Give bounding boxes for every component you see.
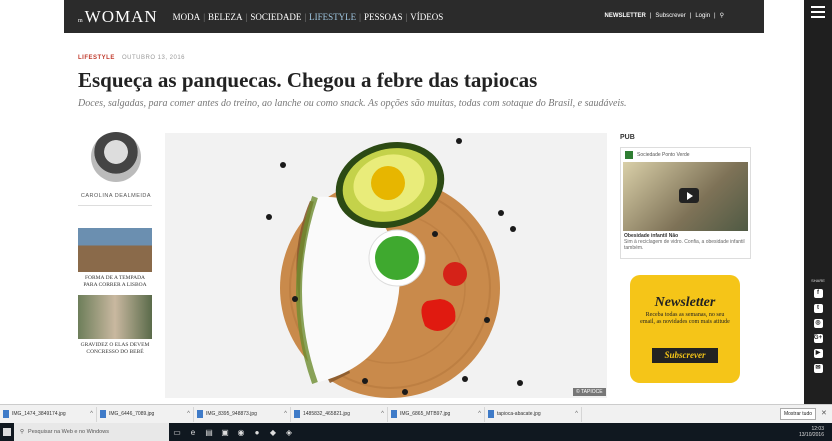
newsletter-box: Newsletter Receba todas as semanas, no s… bbox=[630, 275, 740, 383]
download-filename: IMG_8395_948873.jpg bbox=[206, 411, 257, 417]
ad-brand-logo bbox=[625, 151, 633, 159]
youtube-icon[interactable]: ▶ bbox=[813, 349, 823, 358]
download-item[interactable]: IMG_8395_948873.jpg ^ bbox=[194, 406, 291, 422]
related-title-1[interactable]: FORMA DE A TEMPADA PARA CORRER A LISBOA bbox=[78, 275, 152, 289]
logo-text: WOMAN bbox=[84, 6, 158, 26]
newsletter-title: Newsletter bbox=[654, 295, 716, 310]
app-icon[interactable]: ◆ bbox=[265, 423, 281, 441]
google-plus-icon[interactable]: G+ bbox=[813, 334, 823, 343]
nav-item-beleza[interactable]: BELEZA bbox=[205, 12, 246, 22]
download-item[interactable]: IMG_1474_3849174.jpg ^ bbox=[0, 406, 97, 422]
article-category[interactable]: LIFESTYLE bbox=[78, 55, 115, 61]
related-title-2[interactable]: GRAVIDEZ O ELAS DEVEM CONCRESSO DO BEBÉ bbox=[78, 342, 152, 356]
download-filename: IMG_6865_MTB97.jpg bbox=[400, 411, 451, 417]
nav-item-lifestyle[interactable]: LIFESTYLE bbox=[306, 12, 359, 22]
nav-item-moda[interactable]: MODA bbox=[170, 12, 204, 22]
store-icon[interactable]: ▣ bbox=[217, 423, 233, 441]
logo-prefix: m bbox=[78, 17, 84, 24]
article-title: Esqueça as panquecas. Chegou a febre das… bbox=[78, 68, 538, 92]
download-bar: IMG_1474_3849174.jpg ^ IMG_6446_7089.jpg ^… bbox=[0, 404, 832, 423]
download-item[interactable]: tapioca-abacate.jpg ^ bbox=[485, 406, 582, 422]
related-thumbnail-2[interactable] bbox=[78, 295, 152, 339]
ad-box[interactable]: Sociedade Ponto Verde Obesidade infantil… bbox=[620, 147, 751, 259]
divider bbox=[78, 205, 152, 206]
page: m WOMAN MODA | BELEZA | SOCIEDADE | LIFESTYL… bbox=[0, 0, 832, 441]
newsletter-link[interactable]: NEWSLETTER bbox=[605, 13, 646, 19]
image-file-icon bbox=[100, 410, 106, 418]
chevron-up-icon[interactable]: ^ bbox=[575, 411, 578, 417]
email-icon[interactable]: ✉ bbox=[813, 364, 823, 373]
twitter-icon[interactable]: t bbox=[813, 304, 823, 313]
edge-browser-icon[interactable]: e bbox=[185, 423, 201, 441]
ad-video[interactable] bbox=[623, 162, 748, 231]
facebook-icon[interactable]: f bbox=[813, 289, 823, 298]
share-bar: SHARE f t ◎ G+ ▶ ✉ bbox=[804, 278, 832, 373]
chevron-up-icon[interactable]: ^ bbox=[284, 411, 287, 417]
article-date: OUTUBRO 13, 2016 bbox=[122, 55, 186, 61]
related-thumbnail-1[interactable] bbox=[78, 228, 152, 272]
ad-title[interactable]: Obesidade infantil Não bbox=[621, 231, 750, 239]
newsletter-subscribe-button[interactable]: Subscrever bbox=[652, 348, 718, 363]
separator: | bbox=[689, 12, 692, 19]
task-view-icon[interactable]: ▭ bbox=[169, 423, 185, 441]
pub-label: PUB bbox=[620, 134, 635, 141]
download-item[interactable]: 1485832_465821.jpg ^ bbox=[291, 406, 388, 422]
windows-start-icon[interactable] bbox=[0, 423, 14, 441]
image-file-icon bbox=[391, 410, 397, 418]
download-filename: IMG_1474_3849174.jpg bbox=[12, 411, 66, 417]
image-file-icon bbox=[294, 410, 300, 418]
login-link[interactable]: Login bbox=[695, 13, 710, 19]
ad-brand: Sociedade Ponto Verde bbox=[637, 152, 690, 158]
download-item[interactable]: IMG_6446_7089.jpg ^ bbox=[97, 406, 194, 422]
separator: | bbox=[649, 12, 652, 19]
search-icon[interactable]: ⚲ bbox=[720, 12, 724, 19]
app-icon[interactable]: ◈ bbox=[281, 423, 297, 441]
chevron-up-icon[interactable]: ^ bbox=[478, 411, 481, 417]
download-filename: IMG_6446_7089.jpg bbox=[109, 411, 155, 417]
share-label: SHARE bbox=[811, 278, 825, 283]
author-avatar[interactable] bbox=[91, 132, 141, 182]
newsletter-text: Receba todas as semanas, no seu email, a… bbox=[640, 312, 730, 325]
article-subtitle: Doces, salgadas, para comer antes do tre… bbox=[78, 98, 627, 109]
windows-taskbar: ⚲ Pesquisar na Web e no Windows ▭ e ▤ ▣ ◉… bbox=[0, 423, 832, 441]
image-file-icon bbox=[488, 410, 494, 418]
play-button-icon[interactable] bbox=[679, 188, 699, 203]
show-all-downloads-button[interactable]: Mostrar tudo bbox=[780, 408, 816, 420]
ad-text: Sim à reciclagem de vidro. Confia, a obe… bbox=[624, 239, 745, 251]
site-logo[interactable]: m WOMAN bbox=[78, 7, 158, 27]
close-icon[interactable]: ✕ bbox=[821, 409, 827, 417]
hamburger-menu-icon[interactable] bbox=[811, 6, 825, 18]
system-tray-clock[interactable]: 12:03 13/10/2016 bbox=[799, 426, 824, 438]
taskbar-search-box[interactable]: ⚲ Pesquisar na Web e no Windows bbox=[14, 423, 169, 441]
subscribe-link[interactable]: Subscrever bbox=[655, 13, 685, 19]
download-filename: 1485832_465821.jpg bbox=[303, 411, 350, 417]
image-file-icon bbox=[197, 410, 203, 418]
top-nav: m WOMAN MODA | BELEZA | SOCIEDADE | LIFESTYL… bbox=[64, 0, 764, 33]
taskbar-search-placeholder: Pesquisar na Web e no Windows bbox=[28, 429, 109, 435]
chrome-icon[interactable]: ◉ bbox=[233, 423, 249, 441]
nav-item-videos[interactable]: VÍDEOS bbox=[407, 12, 446, 22]
main-nav: MODA | BELEZA | SOCIEDADE | LIFESTYLE | PESS… bbox=[170, 12, 447, 22]
chevron-up-icon[interactable]: ^ bbox=[187, 411, 190, 417]
ad-header: Sociedade Ponto Verde bbox=[621, 148, 750, 162]
chevron-up-icon[interactable]: ^ bbox=[381, 411, 384, 417]
separator: | bbox=[714, 12, 716, 19]
tapioca-illustration bbox=[165, 133, 607, 398]
download-item[interactable]: IMG_6865_MTB97.jpg ^ bbox=[388, 406, 485, 422]
chevron-up-icon[interactable]: ^ bbox=[90, 411, 93, 417]
clock-date: 13/10/2016 bbox=[798, 432, 824, 438]
instagram-icon[interactable]: ◎ bbox=[813, 319, 823, 328]
download-filename: tapioca-abacate.jpg bbox=[497, 411, 541, 417]
author-name[interactable]: CAROLINA DEALMEIDA bbox=[78, 193, 154, 199]
hero-image-tapioca bbox=[165, 133, 607, 398]
image-file-icon bbox=[3, 410, 9, 418]
image-credit: © TAPIOCE bbox=[573, 388, 606, 396]
nav-item-pessoas[interactable]: PESSOAS bbox=[361, 12, 406, 22]
spotify-icon[interactable]: ● bbox=[249, 423, 265, 441]
file-explorer-icon[interactable]: ▤ bbox=[201, 423, 217, 441]
search-icon: ⚲ bbox=[20, 429, 25, 435]
top-right-links: NEWSLETTER | Subscrever | Login | ⚲ bbox=[605, 12, 724, 20]
nav-item-sociedade[interactable]: SOCIEDADE bbox=[247, 12, 304, 22]
